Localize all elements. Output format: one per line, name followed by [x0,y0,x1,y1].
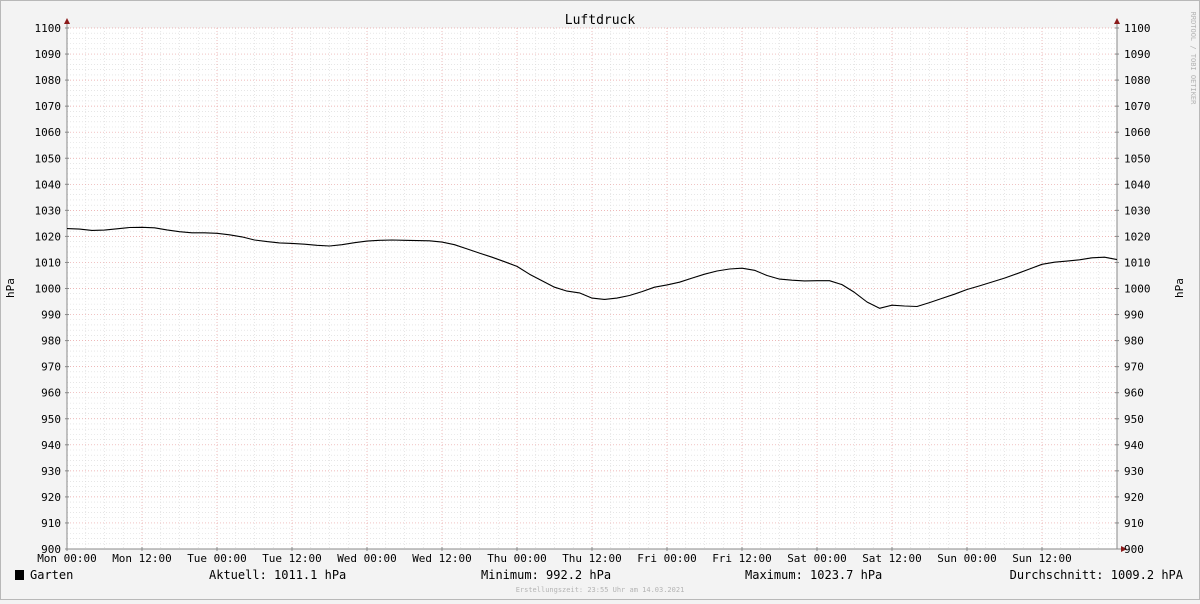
y-tick-label-right: 1100 [1124,22,1151,35]
y-tick-label-left: 980 [41,335,61,348]
y-tick-label-left: 960 [41,387,61,400]
y-tick-label-left: 1070 [35,100,62,113]
x-tick-label: Fri 12:00 [712,552,772,565]
y-tick-label-right: 900 [1124,543,1144,556]
chart-title: Luftdruck [565,13,636,28]
x-tick-label: Tue 00:00 [187,552,247,565]
y-axis-left-arrow [64,18,70,24]
y-tick-label-left: 990 [41,309,61,322]
x-tick-label: Thu 12:00 [562,552,622,565]
x-tick-label: Mon 12:00 [112,552,172,565]
x-tick-label: Fri 00:00 [637,552,697,565]
y-tick-label-right: 1080 [1124,74,1151,87]
x-tick-label: Wed 00:00 [337,552,397,565]
y-tick-label-left: 920 [41,491,61,504]
x-tick-label: Wed 12:00 [412,552,472,565]
y-tick-label-right: 960 [1124,387,1144,400]
x-tick-label: Thu 00:00 [487,552,547,565]
rrd-graph: 900 910 920 930 940 950 960 970 980 990 1000 1010 10… [0,0,1200,600]
x-tick-labels: Mon 00:00 Mon 12:00 Tue 00:00 Tue 12:00 Wed … [37,552,1072,565]
y-tick-label-right: 970 [1124,361,1144,374]
y-tick-label-right: 1010 [1124,256,1151,269]
y-tick-labels-right: 900 910 920 930 940 950 960 970 980 990 1000 1010 10… [1124,22,1151,556]
y-tick-label-right: 1040 [1124,178,1151,191]
y-tick-label-right: 1090 [1124,48,1151,61]
stat-maximum: Maximum: 1023.7 hPa [745,568,882,582]
y-tick-label-right: 1060 [1124,126,1151,139]
y-tick-label-left: 1040 [35,178,62,191]
x-tick-label: Sat 12:00 [862,552,922,565]
y-tick-label-left: 940 [41,439,61,452]
x-tick-label: Sun 00:00 [937,552,997,565]
y-tick-label-left: 910 [41,517,61,530]
y-tick-label-left: 1060 [35,126,62,139]
y-axis-label-right: hPa [1173,278,1186,298]
y-tick-label-left: 970 [41,361,61,374]
stat-minimum: Minimum: 992.2 hPa [481,568,611,582]
y-tick-label-left: 950 [41,413,61,426]
x-tick-label: Tue 12:00 [262,552,322,565]
y-tick-label-left: 1090 [35,48,62,61]
x-tick-label: Sat 00:00 [787,552,847,565]
y-tick-label-right: 930 [1124,465,1144,478]
y-tick-label-right: 1020 [1124,230,1151,243]
y-tick-labels-left: 9009109209309409509609709809901000101010… [35,22,62,556]
y-tick-label-right: 1050 [1124,152,1151,165]
y-tick-label-left: 1100 [35,22,62,35]
stat-average: Durchschnitt: 1009.2 hPA [1010,568,1184,582]
y-tick-label-right: 1030 [1124,204,1151,217]
y-tick-label-right: 940 [1124,439,1144,452]
y-tick-label-left: 1000 [35,283,62,296]
y-tick-label-left: 1050 [35,152,62,165]
legend-series-name: Garten [30,568,73,582]
legend-swatch [15,570,24,580]
x-tick-label: Mon 00:00 [37,552,97,565]
y-tick-label-left: 930 [41,465,61,478]
stat-current: Aktuell: 1011.1 hPa [209,568,346,582]
y-tick-label-right: 950 [1124,413,1144,426]
watermark: RRDTOOL / TOBI OETIKER [1189,12,1197,106]
y-axis-right-arrow [1114,18,1120,24]
y-tick-label-right: 980 [1124,335,1144,348]
pressure-chart: 900 910 920 930 940 950 960 970 980 990 1000 1010 10… [4,12,1197,594]
y-tick-label-right: 1070 [1124,100,1151,113]
y-tick-label-left: 1080 [35,74,62,87]
y-tick-label-left: 1010 [35,256,62,269]
y-tick-label-right: 1000 [1124,283,1151,296]
y-tick-label-right: 910 [1124,517,1144,530]
y-tick-label-left: 1030 [35,204,62,217]
y-tick-label-right: 920 [1124,491,1144,504]
y-tick-label-left: 1020 [35,230,62,243]
y-tick-label-right: 990 [1124,309,1144,322]
x-tick-label: Sun 12:00 [1012,552,1072,565]
y-axis-label-left: hPa [4,278,17,298]
creation-time: Erstellungszeit: 23:55 Uhr am 14.03.2021 [516,586,685,594]
